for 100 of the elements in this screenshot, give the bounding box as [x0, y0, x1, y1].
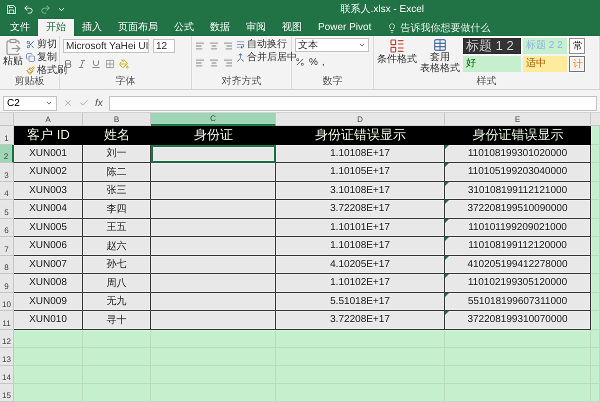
empty-cell	[591, 256, 600, 274]
column-header[interactable]: A	[14, 113, 83, 126]
row-header[interactable]: 5	[0, 200, 14, 218]
group-label: 字体	[114, 76, 136, 89]
row-header[interactable]: 2	[0, 144, 14, 163]
table-cell: XUN002	[14, 163, 83, 182]
format-painter-button[interactable]: 格式刷	[26, 64, 67, 76]
table-cell: 110105199203040000	[445, 163, 591, 182]
table-cell: 372208199310070000	[445, 311, 591, 330]
cell-style-swatch[interactable]: 适中	[523, 56, 567, 72]
clipboard-icon[interactable]	[4, 38, 22, 56]
caret-icon[interactable]	[358, 41, 366, 49]
merge-icon[interactable]	[236, 52, 245, 62]
check-icon[interactable]	[79, 98, 89, 108]
save-icon[interactable]	[6, 4, 17, 14]
lightbulb-icon[interactable]	[387, 22, 398, 32]
ribbon-tab[interactable]: 视图	[274, 19, 310, 36]
scissors-icon[interactable]	[26, 40, 35, 48]
table-icon[interactable]	[433, 38, 447, 52]
wrap-text-icon[interactable]	[236, 40, 245, 48]
table-cell: 3.72208E+17	[276, 311, 445, 330]
row-header[interactable]: 13	[0, 348, 14, 366]
wrap-text-button[interactable]: 自动换行	[236, 38, 297, 50]
align-left-icon[interactable]	[195, 58, 205, 68]
ribbon-tab[interactable]: 文件	[2, 19, 38, 36]
table-cell: XUN010	[14, 311, 83, 330]
font-name-field[interactable]: Microsoft YaHei UI	[63, 39, 149, 53]
table-cell: XUN009	[14, 292, 83, 311]
table-cell: 1.10105E+17	[276, 163, 445, 182]
table-format-button[interactable]: 套用 表格格式	[420, 38, 460, 76]
paste-button[interactable]: 粘贴	[3, 38, 23, 76]
percent-button[interactable]: %	[309, 56, 318, 68]
table-cell: 410205199412278000	[445, 256, 591, 274]
row-header[interactable]: 14	[0, 366, 14, 384]
insert-function-button[interactable]: fx	[95, 98, 103, 108]
underline-icon[interactable]	[91, 59, 101, 69]
row-header[interactable]: 4	[0, 182, 14, 200]
font-size-field[interactable]: 12	[153, 39, 175, 53]
ribbon-tab[interactable]: 审阅	[238, 19, 274, 36]
comma-button[interactable]: ,	[322, 56, 325, 68]
align-right-icon[interactable]	[223, 41, 233, 51]
table-cell: 372208199510090000	[445, 200, 591, 218]
fill-color-icon[interactable]	[119, 59, 129, 69]
table-cell: 无九	[83, 292, 151, 311]
tell-me-search[interactable]: 告诉我你想要做什么	[387, 19, 490, 36]
header-cell: 身份证错误显示	[276, 126, 445, 144]
row-header[interactable]: 11	[0, 311, 14, 330]
row-header[interactable]: 12	[0, 330, 14, 348]
name-box[interactable]: C2	[3, 96, 57, 110]
ribbon-tab[interactable]: 插入	[74, 19, 110, 36]
empty-cell	[591, 274, 600, 292]
table-cell: 赵六	[83, 237, 151, 256]
column-header[interactable]: B	[83, 113, 151, 126]
empty-cell	[591, 330, 600, 348]
cell-style-swatch[interactable]: 标题 1 2	[463, 38, 521, 54]
column-header[interactable]: D	[276, 113, 445, 126]
column-header[interactable]: C	[151, 113, 276, 126]
merge-center-button[interactable]: 合并后居中	[236, 51, 297, 63]
italic-icon[interactable]	[77, 59, 87, 69]
column-header[interactable]: E	[445, 113, 591, 126]
align-center-icon[interactable]	[209, 41, 219, 51]
caret-icon[interactable]	[45, 99, 53, 107]
conditional-format-button[interactable]: 条件格式	[377, 38, 417, 76]
borders-icon[interactable]	[105, 59, 115, 69]
conditional-format-icon[interactable]	[389, 38, 405, 54]
ribbon-tab[interactable]: 开始	[38, 19, 74, 36]
copy-icon[interactable]	[26, 52, 35, 62]
cell-style-swatch[interactable]: 好	[463, 56, 521, 72]
row-header[interactable]: 15	[0, 384, 14, 402]
row-header[interactable]: 3	[0, 163, 14, 182]
table-cell: 110108199301020000	[445, 144, 591, 163]
table-cell: 3.72208E+17	[276, 200, 445, 218]
table-cell: XUN003	[14, 182, 83, 200]
align-left-icon[interactable]	[195, 41, 205, 51]
table-cell: 张三	[83, 182, 151, 200]
redo-icon[interactable]	[40, 4, 51, 14]
cell-style-swatch[interactable]: 常	[569, 38, 585, 54]
formula-input[interactable]	[108, 96, 597, 110]
group-label: 对齐方式	[220, 76, 262, 89]
row-header[interactable]: 1	[0, 126, 14, 144]
group-label: 剪贴板	[14, 76, 46, 89]
ribbon-tab[interactable]: 页面布局	[110, 19, 166, 36]
row-header[interactable]: 8	[0, 256, 14, 274]
percent-icon[interactable]	[295, 57, 305, 67]
ribbon-tab[interactable]: Power Pivot	[310, 19, 380, 36]
align-center-icon[interactable]	[209, 58, 219, 68]
row-header[interactable]: 6	[0, 218, 14, 237]
row-header[interactable]: 10	[0, 292, 14, 311]
number-format-field[interactable]: 文本	[295, 38, 369, 52]
ribbon-tab[interactable]: 数据	[202, 19, 238, 36]
paintbrush-icon[interactable]	[26, 66, 35, 74]
ribbon-tab[interactable]: 公式	[166, 19, 202, 36]
undo-icon[interactable]	[23, 4, 34, 14]
row-header[interactable]: 9	[0, 274, 14, 292]
row-header[interactable]: 7	[0, 237, 14, 256]
align-right-icon[interactable]	[223, 58, 233, 68]
table-cell: 刘一	[83, 144, 151, 163]
group-label: 样式	[476, 76, 498, 89]
table-cell: 110101199209021000	[445, 218, 591, 237]
copy-button[interactable]: 复制	[26, 51, 67, 63]
